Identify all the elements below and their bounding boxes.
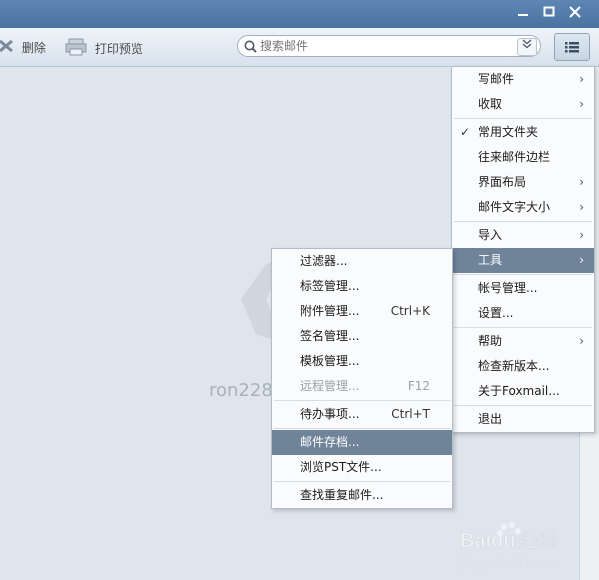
menu-item-label: 邮件存档... <box>300 435 360 449</box>
menu-separator <box>454 221 592 222</box>
menu-item-label: 写邮件 <box>478 72 515 86</box>
chevron-right-icon: › <box>579 334 584 348</box>
menu-item-common-folders[interactable]: ✓ 常用文件夹 <box>452 120 594 145</box>
menu-separator <box>274 481 450 482</box>
menu-item-label: 待办事项... <box>300 407 360 421</box>
chevron-right-icon: › <box>579 253 584 267</box>
menu-item-exit[interactable]: 退出 <box>452 407 594 432</box>
menu-separator <box>454 327 592 328</box>
search-icon <box>244 40 257 56</box>
watermark-brand: Baidu <box>460 530 516 552</box>
menu-item-label: 过滤器... <box>300 254 348 268</box>
shortcut-label: Ctrl+T <box>391 407 430 421</box>
minimize-icon[interactable] <box>514 5 532 23</box>
menu-item-account-management[interactable]: 帐号管理... <box>452 276 594 301</box>
menu-item-label: 界面布局 <box>478 175 527 189</box>
menu-separator <box>274 428 450 429</box>
menu-item-receive[interactable]: 收取 › <box>452 92 594 117</box>
menu-item-label: 设置... <box>478 306 514 320</box>
menu-item-font-size[interactable]: 邮件文字大小 › <box>452 195 594 220</box>
menu-item-tag-management[interactable]: 标签管理... <box>272 274 452 299</box>
menu-item-label: 关于Foxmail... <box>478 384 560 398</box>
delete-icon <box>0 38 14 59</box>
delete-button[interactable]: 删除 <box>0 38 46 56</box>
menu-item-filters[interactable]: 过滤器... <box>272 249 452 274</box>
menu-separator <box>454 405 592 406</box>
menu-item-todo[interactable]: 待办事项... Ctrl+T <box>272 402 452 427</box>
menu-item-label: 远程管理... <box>300 379 360 393</box>
search-box[interactable] <box>237 35 541 57</box>
menu-separator <box>274 400 450 401</box>
chevron-right-icon: › <box>579 228 584 242</box>
menu-item-label: 附件管理... <box>300 304 360 318</box>
main-menu: 写邮件 › 收取 › ✓ 常用文件夹 往来邮件边栏 界面布局 › 邮件文字大小 › 导入 ›… <box>451 66 595 433</box>
printer-icon <box>65 38 87 61</box>
menu-item-settings[interactable]: 设置... <box>452 301 594 326</box>
menu-item-remote-management: 远程管理... F12 <box>272 374 452 399</box>
tools-submenu: 过滤器... 标签管理... 附件管理... Ctrl+K 签名管理... 模板管… <box>271 248 453 509</box>
menu-item-tools[interactable]: 工具 › <box>452 248 594 273</box>
menu-item-layout[interactable]: 界面布局 › <box>452 170 594 195</box>
chevron-right-icon: › <box>579 97 584 111</box>
menu-item-template-management[interactable]: 模板管理... <box>272 349 452 374</box>
double-chevron-down-icon <box>522 39 532 49</box>
menu-item-find-duplicates[interactable]: 查找重复邮件... <box>272 483 452 508</box>
menu-item-label: 帮助 <box>478 334 503 348</box>
menu-item-browse-pst[interactable]: 浏览PST文件... <box>272 455 452 480</box>
menu-item-label: 往来邮件边栏 <box>478 150 551 164</box>
menu-item-label: 工具 <box>478 253 503 267</box>
menu-item-label: 收取 <box>478 97 503 111</box>
menu-item-attachment-management[interactable]: 附件管理... Ctrl+K <box>272 299 452 324</box>
maximize-icon[interactable] <box>540 5 558 23</box>
menu-item-label: 退出 <box>478 412 503 426</box>
menu-list-icon <box>565 42 579 53</box>
watermark-text: 经验 <box>518 528 558 552</box>
menu-item-compose[interactable]: 写邮件 › <box>452 67 594 92</box>
menu-item-label: 浏览PST文件... <box>300 460 382 474</box>
baidu-jingyan-watermark: Baidu 经验 jingyan.baidu.com <box>458 515 578 575</box>
menu-item-contact-sidebar[interactable]: 往来邮件边栏 <box>452 145 594 170</box>
menu-item-label: 邮件文字大小 <box>478 200 551 214</box>
menu-item-label: 签名管理... <box>300 329 360 343</box>
menu-item-about[interactable]: 关于Foxmail... <box>452 379 594 404</box>
menu-item-signature-management[interactable]: 签名管理... <box>272 324 452 349</box>
print-preview-label: 打印预览 <box>94 42 143 56</box>
chevron-right-icon: › <box>579 72 584 86</box>
search-options-button[interactable] <box>517 38 537 56</box>
menu-item-mail-archive[interactable]: 邮件存档... <box>272 430 452 455</box>
menu-item-label: 模板管理... <box>300 354 360 368</box>
chevron-right-icon: › <box>579 200 584 214</box>
menu-item-label: 帐号管理... <box>478 281 538 295</box>
menu-separator <box>454 118 592 119</box>
delete-label: 删除 <box>21 41 46 55</box>
checkmark-icon: ✓ <box>460 125 471 139</box>
menu-item-label: 标签管理... <box>300 279 360 293</box>
main-menu-button[interactable] <box>554 33 590 61</box>
menu-item-label: 查找重复邮件... <box>300 488 384 502</box>
menu-item-label: 导入 <box>478 228 503 242</box>
menu-item-label: 检查新版本... <box>478 359 550 373</box>
menu-item-label: 常用文件夹 <box>478 125 539 139</box>
chevron-right-icon: › <box>579 175 584 189</box>
print-preview-button[interactable]: 打印预览 <box>65 38 143 56</box>
shortcut-label: Ctrl+K <box>390 304 430 318</box>
menu-item-help[interactable]: 帮助 › <box>452 329 594 354</box>
menu-item-import[interactable]: 导入 › <box>452 223 594 248</box>
shortcut-label: F12 <box>407 379 430 393</box>
title-bar <box>0 0 599 28</box>
menu-separator <box>454 274 592 275</box>
search-input[interactable] <box>260 36 510 56</box>
watermark-url: jingyan.baidu.com <box>461 559 554 570</box>
account-name: ron228 <box>209 380 273 401</box>
close-icon[interactable] <box>566 5 584 23</box>
menu-item-check-update[interactable]: 检查新版本... <box>452 354 594 379</box>
